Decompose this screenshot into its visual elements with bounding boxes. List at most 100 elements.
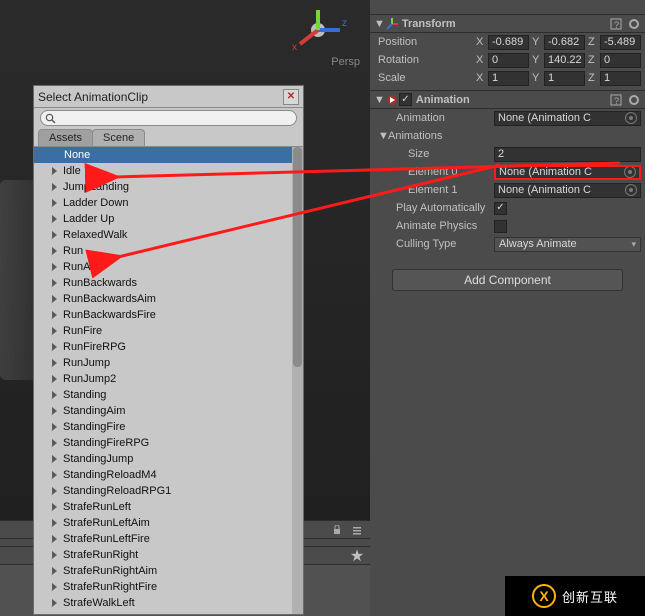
- scale-y-field[interactable]: 1: [544, 71, 585, 86]
- element1-label: Element 1: [378, 184, 494, 196]
- object-picker-icon[interactable]: [624, 166, 636, 178]
- animations-label: Animations: [388, 130, 494, 142]
- play-icon: [52, 343, 57, 351]
- play-icon: [52, 247, 57, 255]
- element1-object-field[interactable]: None (Animation C: [494, 183, 641, 198]
- search-icon: [45, 113, 56, 124]
- foldout-icon[interactable]: ▼: [374, 94, 385, 106]
- list-item-label: RelaxedWalk: [63, 229, 127, 241]
- list-item[interactable]: Idle: [34, 163, 303, 179]
- play-icon: [52, 487, 57, 495]
- favorite-icon[interactable]: ★: [350, 549, 364, 563]
- play-icon: [52, 503, 57, 511]
- list-item[interactable]: StrafeRunRightFire: [34, 579, 303, 595]
- play-auto-checkbox[interactable]: ✓: [494, 202, 507, 215]
- scale-z-field[interactable]: 1: [600, 71, 641, 86]
- watermark-logo: X: [532, 584, 556, 608]
- orientation-gizmo[interactable]: z x Persp: [290, 4, 350, 54]
- list-item[interactable]: StandingAim: [34, 403, 303, 419]
- element0-object-field[interactable]: None (Animation C: [494, 165, 641, 180]
- play-icon: [52, 439, 57, 447]
- scale-x-field[interactable]: 1: [488, 71, 529, 86]
- list-item[interactable]: RunJump2: [34, 371, 303, 387]
- rotation-x-field[interactable]: 0: [488, 53, 529, 68]
- gear-icon[interactable]: [627, 93, 641, 107]
- list-item[interactable]: RunFireRPG: [34, 339, 303, 355]
- list-item[interactable]: RunAim: [34, 259, 303, 275]
- list-item[interactable]: RunJump: [34, 355, 303, 371]
- add-component-button[interactable]: Add Component: [392, 269, 623, 291]
- help-icon[interactable]: ?: [609, 93, 623, 107]
- picker-titlebar[interactable]: Select AnimationClip ✕: [34, 86, 303, 108]
- list-item-none[interactable]: None: [34, 147, 303, 163]
- picker-title: Select AnimationClip: [38, 90, 283, 104]
- list-item[interactable]: StrafeRunLeftAim: [34, 515, 303, 531]
- object-picker-icon[interactable]: [625, 112, 637, 124]
- projection-label[interactable]: Persp: [331, 56, 360, 68]
- list-item[interactable]: Standing: [34, 387, 303, 403]
- list-item[interactable]: JumpLanding: [34, 179, 303, 195]
- foldout-icon[interactable]: ▼: [378, 130, 388, 142]
- play-icon: [52, 535, 57, 543]
- list-item-label: StrafeRunLeftAim: [63, 517, 150, 529]
- search-input[interactable]: [40, 110, 297, 126]
- rotation-z-field[interactable]: 0: [600, 53, 641, 68]
- play-icon: [52, 295, 57, 303]
- transform-header[interactable]: ▼ Transform ?: [370, 14, 645, 33]
- animation-object-field[interactable]: None (Animation C: [494, 111, 641, 126]
- play-icon: [52, 263, 57, 271]
- foldout-icon[interactable]: ▼: [374, 18, 385, 30]
- list-item[interactable]: StandingReloadM4: [34, 467, 303, 483]
- list-item[interactable]: RelaxedWalk: [34, 227, 303, 243]
- tab-assets[interactable]: Assets: [38, 129, 93, 146]
- help-icon[interactable]: ?: [609, 17, 623, 31]
- animation-header[interactable]: ▼ ✓ Animation ?: [370, 90, 645, 109]
- close-button[interactable]: ✕: [283, 89, 299, 105]
- list-item[interactable]: RunFire: [34, 323, 303, 339]
- scrollbar-thumb[interactable]: [293, 147, 302, 367]
- play-icon: [52, 215, 57, 223]
- list-item[interactable]: StrafeRunRightAim: [34, 563, 303, 579]
- object-picker-icon[interactable]: [625, 184, 637, 196]
- list-item[interactable]: Run: [34, 243, 303, 259]
- picker-list[interactable]: None IdleJumpLandingLadder DownLadder Up…: [34, 146, 303, 614]
- list-item[interactable]: StrafeRunLeftFire: [34, 531, 303, 547]
- list-item[interactable]: StrafeRunRight: [34, 547, 303, 563]
- list-item[interactable]: StandingFireRPG: [34, 435, 303, 451]
- position-z-field[interactable]: -5.489: [600, 35, 641, 50]
- scrollbar[interactable]: [292, 147, 303, 614]
- culling-dropdown[interactable]: Always Animate ▾: [494, 237, 641, 252]
- list-item[interactable]: RunBackwardsAim: [34, 291, 303, 307]
- menu-icon[interactable]: [350, 523, 364, 537]
- rotation-y-field[interactable]: 140.22: [544, 53, 585, 68]
- list-item-label: StrafeRunRightFire: [63, 581, 157, 593]
- list-item[interactable]: Ladder Down: [34, 195, 303, 211]
- list-item-label: RunBackwardsAim: [63, 293, 156, 305]
- play-icon: [52, 407, 57, 415]
- list-item[interactable]: StandingReloadRPG1: [34, 483, 303, 499]
- list-item-label: RunFireRPG: [63, 341, 126, 353]
- position-x-field[interactable]: -0.689: [488, 35, 529, 50]
- list-item[interactable]: StandingFire: [34, 419, 303, 435]
- play-icon: [52, 375, 57, 383]
- lock-icon[interactable]: [330, 523, 344, 537]
- animation-enable-checkbox[interactable]: ✓: [399, 93, 412, 106]
- x-label: X: [476, 36, 488, 48]
- gear-icon[interactable]: [627, 17, 641, 31]
- list-item[interactable]: Ladder Up: [34, 211, 303, 227]
- culling-label: Culling Type: [378, 238, 494, 250]
- position-y-field[interactable]: -0.682: [544, 35, 585, 50]
- play-icon: [52, 231, 57, 239]
- size-field[interactable]: 2: [494, 147, 641, 162]
- play-icon: [52, 471, 57, 479]
- list-item[interactable]: StandingJump: [34, 451, 303, 467]
- play-auto-label: Play Automatically: [378, 202, 494, 214]
- list-item[interactable]: RunBackwardsFire: [34, 307, 303, 323]
- animate-physics-checkbox[interactable]: [494, 220, 507, 233]
- list-item[interactable]: StrafeWalkLeft: [34, 595, 303, 611]
- y-label: Y: [532, 36, 544, 48]
- tab-scene[interactable]: Scene: [92, 129, 145, 146]
- list-item-label: RunAim: [63, 261, 102, 273]
- list-item[interactable]: RunBackwards: [34, 275, 303, 291]
- list-item[interactable]: StrafeRunLeft: [34, 499, 303, 515]
